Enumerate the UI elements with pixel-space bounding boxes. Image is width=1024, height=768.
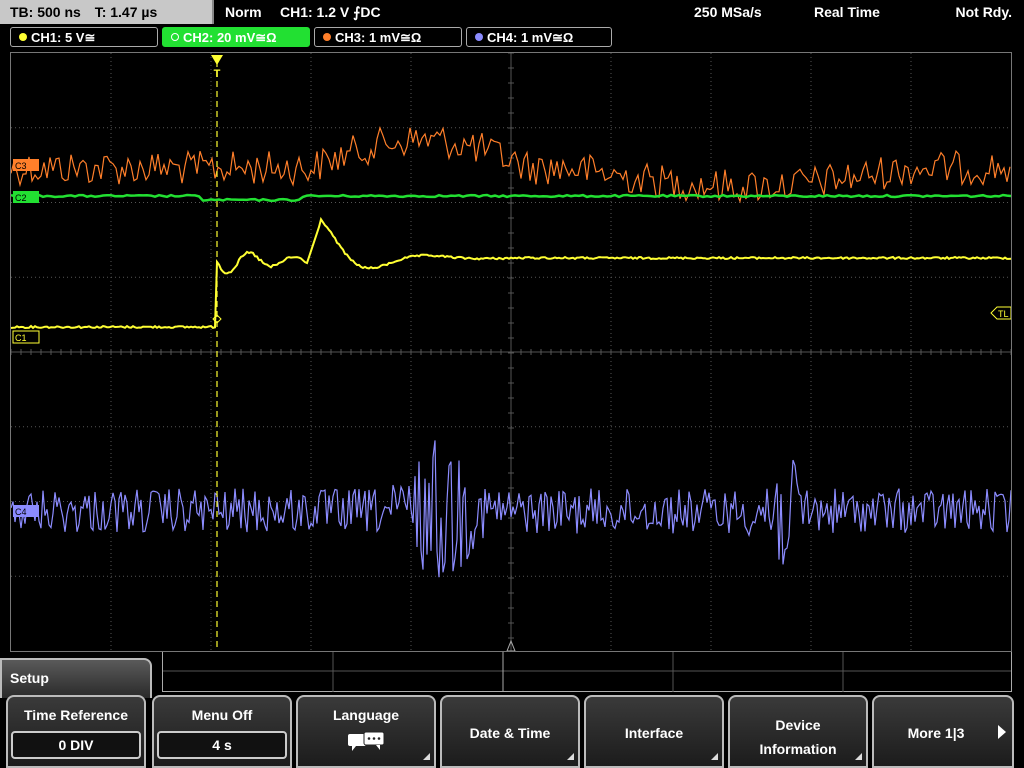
graticule [11, 53, 1011, 651]
trigger-level-marker[interactable]: TL [990, 306, 1011, 320]
ch3-marker-label: C3 [15, 161, 27, 171]
interface-button[interactable]: Interface [584, 695, 724, 768]
ch4-label: CH4: 1 mV≅Ω [487, 30, 574, 45]
submenu-corner-icon [567, 753, 574, 760]
trigger-settings[interactable]: CH1: 1.2 V ⨍DC [280, 0, 381, 24]
menu-off-button[interactable]: Menu Off 4 s [152, 695, 292, 768]
ch4-marker-label: C4 [15, 507, 27, 517]
ch3-dot-icon [323, 33, 331, 41]
sample-rate: 250 MSa/s [694, 4, 762, 20]
date-time-label: Date & Time [469, 725, 551, 741]
trigger-level-label: TL [998, 309, 1009, 319]
oscilloscope-screen: TB: 500 ns T: 1.47 µs Norm CH1: 1.2 V ⨍D… [0, 0, 1024, 768]
softkey-bar: Time Reference 0 DIV Menu Off 4 s Langua… [6, 695, 1020, 768]
lower-panel-frame [162, 652, 1012, 692]
more-button[interactable]: More 1|3 [872, 695, 1014, 768]
menu-off-label: Menu Off [191, 707, 253, 723]
menu-off-value: 4 s [157, 731, 287, 759]
time-reference-value: 0 DIV [11, 731, 141, 759]
device-information-label: Device Information [759, 717, 837, 757]
channel-tab-ch1[interactable]: CH1: 5 V≅ [10, 27, 158, 47]
ch4-dot-icon [475, 33, 483, 41]
timebase-value: TB: 500 ns [10, 4, 81, 20]
timebase-box[interactable]: TB: 500 ns T: 1.47 µs [0, 0, 214, 24]
menu-title: Setup [0, 658, 152, 698]
ch3-label: CH3: 1 mV≅Ω [335, 30, 422, 45]
date-time-button[interactable]: Date & Time [440, 695, 580, 768]
waveform-display[interactable]: T C1 C2 C3 C4 TL [10, 52, 1012, 652]
status-bar: TB: 500 ns T: 1.47 µs Norm CH1: 1.2 V ⨍D… [0, 0, 1024, 24]
channel-tab-ch3[interactable]: CH3: 1 mV≅Ω [314, 27, 462, 47]
submenu-corner-icon [855, 753, 862, 760]
channel-tab-ch4[interactable]: CH4: 1 mV≅Ω [466, 27, 612, 47]
trigger-time-value: T: 1.47 µs [94, 4, 158, 20]
next-page-arrow-icon [998, 725, 1006, 739]
submenu-corner-icon [711, 753, 718, 760]
ch1-ground-marker[interactable]: C1 [12, 330, 40, 344]
acquisition-mode: Real Time [814, 4, 880, 20]
trigger-position-label: T [214, 68, 221, 80]
trigger-mode[interactable]: Norm [225, 0, 262, 24]
ch1-dot-icon [19, 33, 27, 41]
ch4-ground-marker[interactable]: C4 [13, 505, 39, 517]
ch3-ground-marker[interactable]: C3 [13, 159, 39, 171]
ch2-marker-label: C2 [15, 193, 27, 203]
time-reference-button[interactable]: Time Reference 0 DIV [6, 695, 146, 768]
ch1-marker-label: C1 [15, 333, 27, 343]
waveform-canvas: T C1 C2 C3 C4 TL [11, 53, 1011, 651]
acquisition-status: Not Rdy. [955, 4, 1012, 20]
language-label: Language [332, 707, 400, 723]
lower-panel-grid [163, 652, 1011, 692]
ch1-label: CH1: 5 V≅ [31, 30, 96, 45]
interface-label: Interface [624, 725, 684, 741]
ch2-ground-marker[interactable]: C2 [13, 191, 39, 203]
more-label: More 1|3 [907, 725, 965, 741]
speech-bubbles-icon [348, 731, 385, 751]
ch2-label: CH2: 20 mV≅Ω [183, 30, 277, 45]
trigger-position-marker[interactable]: T [211, 55, 223, 80]
time-reference-label: Time Reference [23, 707, 128, 723]
device-information-button[interactable]: Device Information [728, 695, 868, 768]
language-button[interactable]: Language [296, 695, 436, 768]
ch2-dot-icon [171, 33, 179, 41]
channel-tab-ch2[interactable]: CH2: 20 mV≅Ω [162, 27, 310, 47]
submenu-corner-icon [423, 753, 430, 760]
